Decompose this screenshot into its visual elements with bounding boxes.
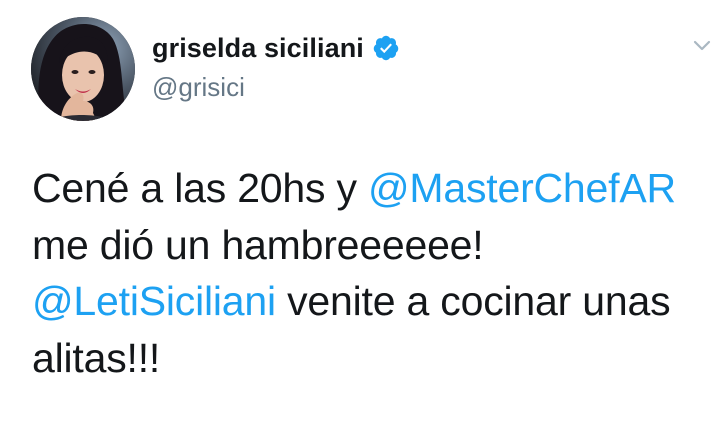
tweet-text-segment: me dió un hambreeeeee! xyxy=(32,221,484,268)
author-name-row[interactable]: griselda siciliani xyxy=(152,31,400,65)
tweet-card: griselda siciliani @grisici Cené a las 2… xyxy=(0,0,712,439)
chevron-down-icon[interactable] xyxy=(692,38,712,54)
mention-link[interactable]: @LetiSiciliani xyxy=(32,278,276,324)
verified-badge-icon xyxy=(372,34,400,62)
tweet-text-segment: Cené a las 20hs y xyxy=(32,165,368,211)
avatar-photo xyxy=(31,17,135,121)
avatar[interactable] xyxy=(31,17,135,121)
tweet-text: Cené a las 20hs y @MasterChefAR me dió u… xyxy=(32,160,702,386)
mention-link[interactable]: @MasterChefAR xyxy=(368,165,676,211)
display-name[interactable]: griselda siciliani xyxy=(152,33,364,64)
author-handle[interactable]: @grisici xyxy=(152,72,245,103)
